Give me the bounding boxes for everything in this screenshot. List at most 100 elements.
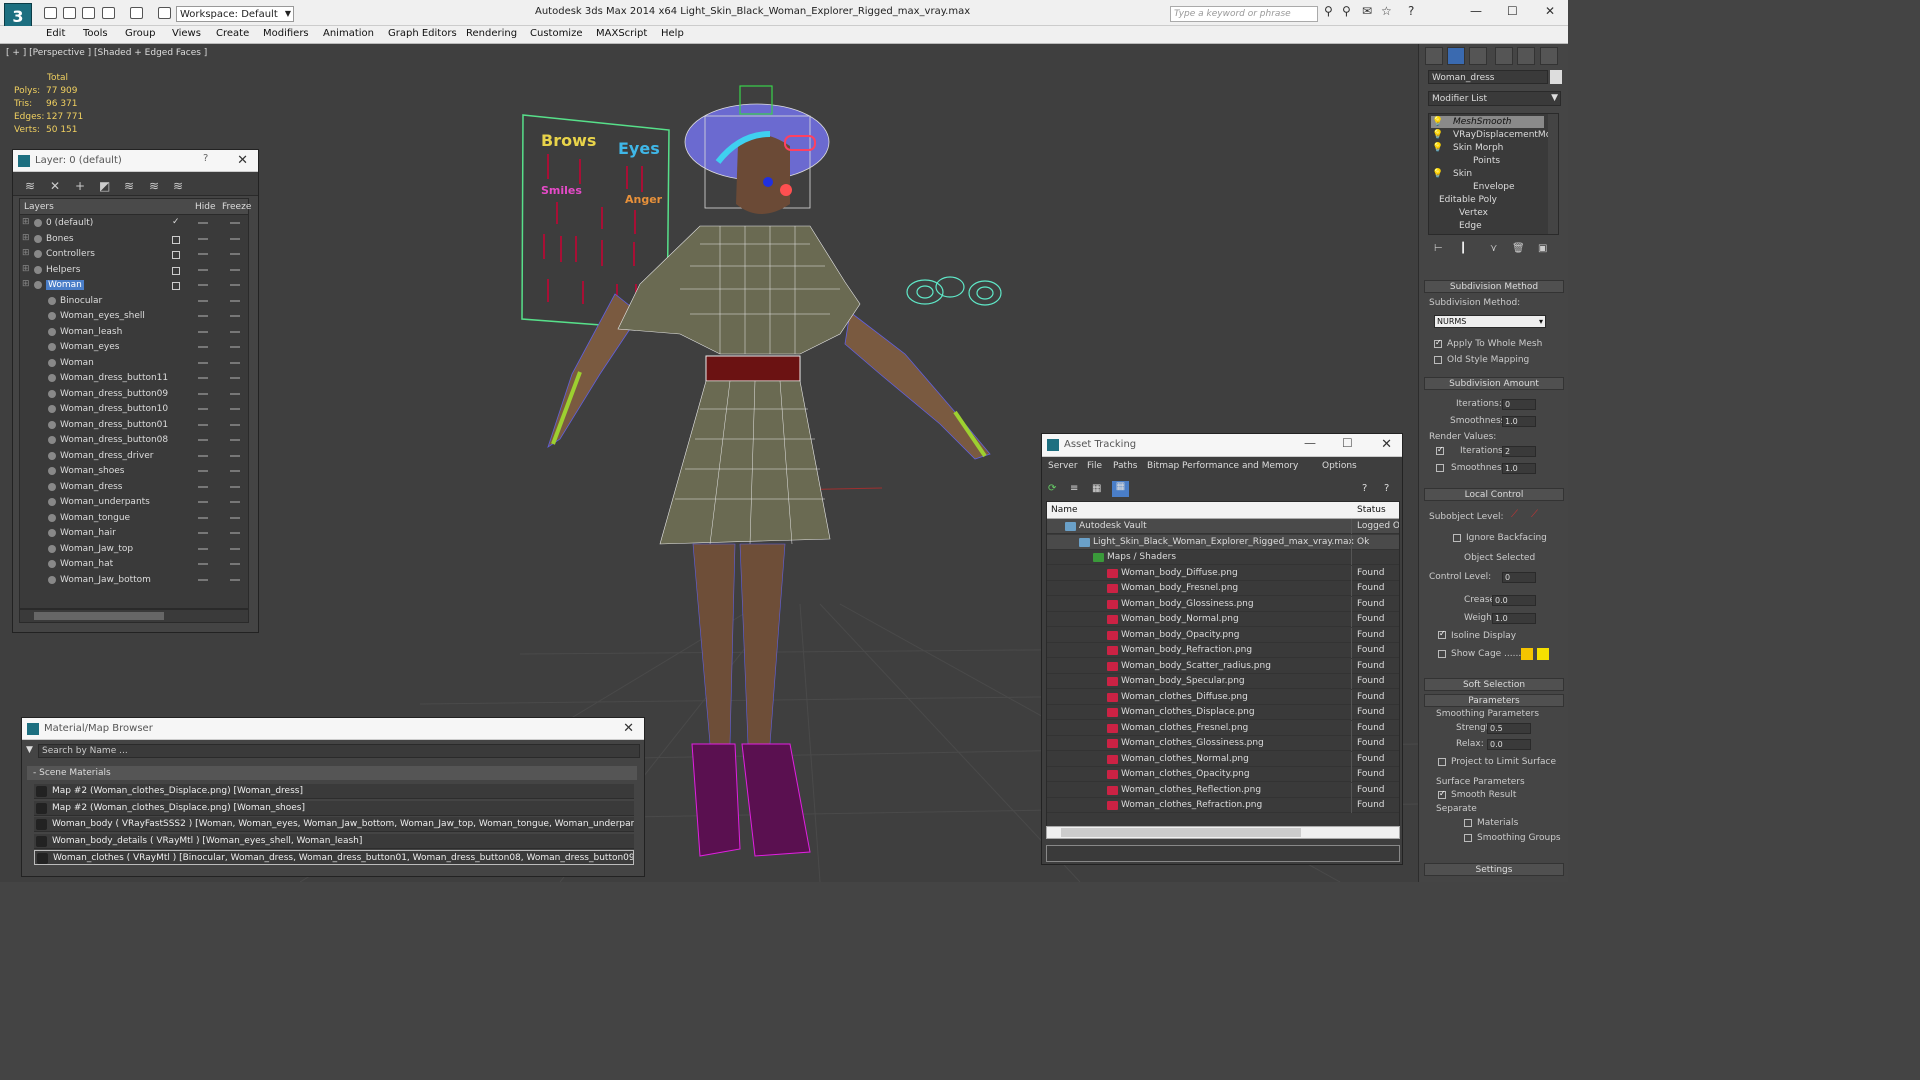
- parameters-rollout[interactable]: Parameters: [1424, 694, 1564, 707]
- render-smoothness-checkbox[interactable]: [1436, 464, 1444, 472]
- hide-toggle[interactable]: [198, 284, 208, 286]
- freeze-toggle[interactable]: [230, 284, 240, 286]
- current-layer-checkbox[interactable]: [172, 235, 180, 244]
- menu-animation[interactable]: Animation: [323, 28, 374, 39]
- menu-maxscript[interactable]: MAXScript: [596, 28, 647, 39]
- asset-row[interactable]: Maps / Shaders: [1047, 550, 1399, 565]
- render-smoothness-spinner[interactable]: 1.0: [1502, 463, 1536, 474]
- hide-all-icon[interactable]: ≋: [149, 179, 163, 193]
- old-style-mapping-checkbox[interactable]: [1434, 356, 1442, 364]
- hide-toggle[interactable]: [198, 516, 208, 519]
- asset-row[interactable]: Woman_body_Glossiness.png Found: [1047, 596, 1399, 612]
- smooth-result-checkbox[interactable]: [1438, 789, 1446, 799]
- menu-help[interactable]: Help: [661, 28, 684, 39]
- expand-icon[interactable]: ⊞: [22, 279, 30, 289]
- maximize-button[interactable]: ☐: [1507, 4, 1518, 18]
- layer-row[interactable]: Woman_underpants: [20, 495, 248, 510]
- render-iterations-spinner[interactable]: 2: [1502, 446, 1536, 457]
- separate-smoothing-groups-checkbox[interactable]: [1464, 834, 1472, 842]
- layer-row[interactable]: Woman_dress_button08: [20, 433, 248, 448]
- asset-row[interactable]: Woman_clothes_Fresnel.png Found: [1047, 720, 1399, 736]
- soft-selection-rollout[interactable]: Soft Selection: [1424, 678, 1564, 691]
- freeze-toggle[interactable]: [230, 501, 240, 503]
- freeze-toggle[interactable]: [230, 315, 240, 317]
- hide-toggle[interactable]: [198, 330, 208, 333]
- lightbulb-icon[interactable]: 💡: [1432, 117, 1443, 127]
- menu-graph-editors[interactable]: Graph Editors: [388, 28, 457, 39]
- redo-icon[interactable]: [130, 7, 143, 19]
- current-layer-checkbox[interactable]: [172, 266, 180, 275]
- layer-row[interactable]: Woman_dress_driver: [20, 449, 248, 464]
- hide-toggle[interactable]: [198, 222, 208, 224]
- asset-row[interactable]: Woman_clothes_Reflection.png Found: [1047, 782, 1399, 798]
- lightbulb-icon[interactable]: 💡: [1432, 143, 1443, 153]
- layer-row[interactable]: ⊞ Helpers: [20, 263, 248, 278]
- new-file-icon[interactable]: [44, 7, 57, 19]
- display-tab-icon[interactable]: [1517, 47, 1535, 65]
- modifier-stack-item[interactable]: Editable Poly: [1439, 195, 1497, 205]
- show-cage-checkbox[interactable]: [1438, 650, 1446, 658]
- freeze-toggle[interactable]: [230, 392, 240, 395]
- freeze-toggle[interactable]: [230, 454, 240, 457]
- freeze-toggle[interactable]: [230, 408, 240, 410]
- hide-toggle[interactable]: [198, 563, 208, 565]
- relax-spinner[interactable]: 0.0: [1487, 739, 1531, 750]
- asset-row[interactable]: Woman_clothes_Diffuse.png Found: [1047, 689, 1399, 705]
- scene-materials-section[interactable]: - Scene Materials: [27, 766, 637, 780]
- menu-file[interactable]: File: [1087, 461, 1102, 471]
- column-freeze[interactable]: Freeze: [222, 202, 251, 212]
- hide-toggle[interactable]: [198, 377, 208, 379]
- hide-toggle[interactable]: [198, 439, 208, 441]
- layer-row[interactable]: ⊞ Woman: [20, 278, 248, 293]
- hide-toggle[interactable]: [198, 268, 208, 271]
- material-item[interactable]: Woman_body ( VRayFastSSS2 ) [Woman, Woma…: [34, 817, 634, 832]
- hide-toggle[interactable]: [198, 237, 208, 240]
- help-icon[interactable]: ?: [1408, 4, 1414, 18]
- asset-row[interactable]: Woman_body_Opacity.png Found: [1047, 627, 1399, 643]
- freeze-toggle[interactable]: [230, 532, 240, 534]
- close-button[interactable]: ✕: [1545, 4, 1555, 18]
- freeze-toggle[interactable]: [230, 253, 240, 255]
- freeze-toggle[interactable]: [230, 516, 240, 519]
- asset-row[interactable]: Woman_body_Fresnel.png Found: [1047, 581, 1399, 596]
- layer-row[interactable]: Woman_dress_button10: [20, 402, 248, 417]
- menu-paths[interactable]: Paths: [1113, 461, 1137, 471]
- modifier-stack-item[interactable]: MeshSmooth: [1453, 117, 1511, 127]
- asset-row[interactable]: Woman_clothes_Glossiness.png Found: [1047, 736, 1399, 751]
- lightbulb-icon[interactable]: 💡: [1432, 130, 1443, 140]
- freeze-toggle[interactable]: [230, 346, 240, 348]
- layer-row[interactable]: Woman_dress_button11: [20, 371, 248, 386]
- menu-group[interactable]: Group: [125, 28, 155, 39]
- freeze-toggle[interactable]: [230, 470, 240, 472]
- layer-row[interactable]: ⊞ Controllers: [20, 247, 248, 262]
- freeze-toggle[interactable]: [230, 330, 240, 333]
- column-layers[interactable]: Layers: [24, 202, 54, 212]
- help-icon[interactable]: ?: [1362, 483, 1367, 494]
- layer-row[interactable]: Woman_Jaw_top: [20, 542, 248, 557]
- search-input[interactable]: Type a keyword or phrase: [1170, 6, 1318, 22]
- freeze-toggle[interactable]: [230, 485, 240, 488]
- apply-whole-mesh-checkbox[interactable]: [1434, 338, 1442, 348]
- weight-spinner[interactable]: 1.0: [1492, 613, 1536, 624]
- layer-row[interactable]: ⊞ Bones: [20, 232, 248, 247]
- minimize-button[interactable]: —: [1304, 436, 1316, 450]
- undo-icon[interactable]: [102, 7, 115, 19]
- freeze-all-icon[interactable]: ≋: [173, 179, 187, 193]
- hide-toggle[interactable]: [198, 578, 208, 581]
- modify-tab-icon[interactable]: [1447, 47, 1465, 65]
- list-view-icon[interactable]: ≡: [1070, 483, 1078, 494]
- material-browser-titlebar[interactable]: Material/Map Browser ✕: [22, 718, 644, 740]
- subdivision-amount-rollout[interactable]: Subdivision Amount: [1424, 377, 1564, 390]
- asset-hscrollbar[interactable]: [1046, 826, 1400, 839]
- delete-layer-icon[interactable]: ✕: [50, 179, 64, 193]
- modifier-stack-item[interactable]: Envelope: [1473, 182, 1515, 192]
- crease-spinner[interactable]: 0.0: [1492, 595, 1536, 606]
- modifier-stack-item[interactable]: Points: [1473, 156, 1500, 166]
- help-menu-icon[interactable]: ?: [1384, 483, 1389, 494]
- freeze-toggle[interactable]: [230, 578, 240, 581]
- asset-row[interactable]: Woman_body_Normal.png Found: [1047, 612, 1399, 627]
- thumbnail-view-icon[interactable]: ▦: [1092, 483, 1101, 494]
- freeze-toggle[interactable]: [230, 439, 240, 441]
- hide-toggle[interactable]: [198, 470, 208, 472]
- settings-rollout[interactable]: Settings: [1424, 863, 1564, 876]
